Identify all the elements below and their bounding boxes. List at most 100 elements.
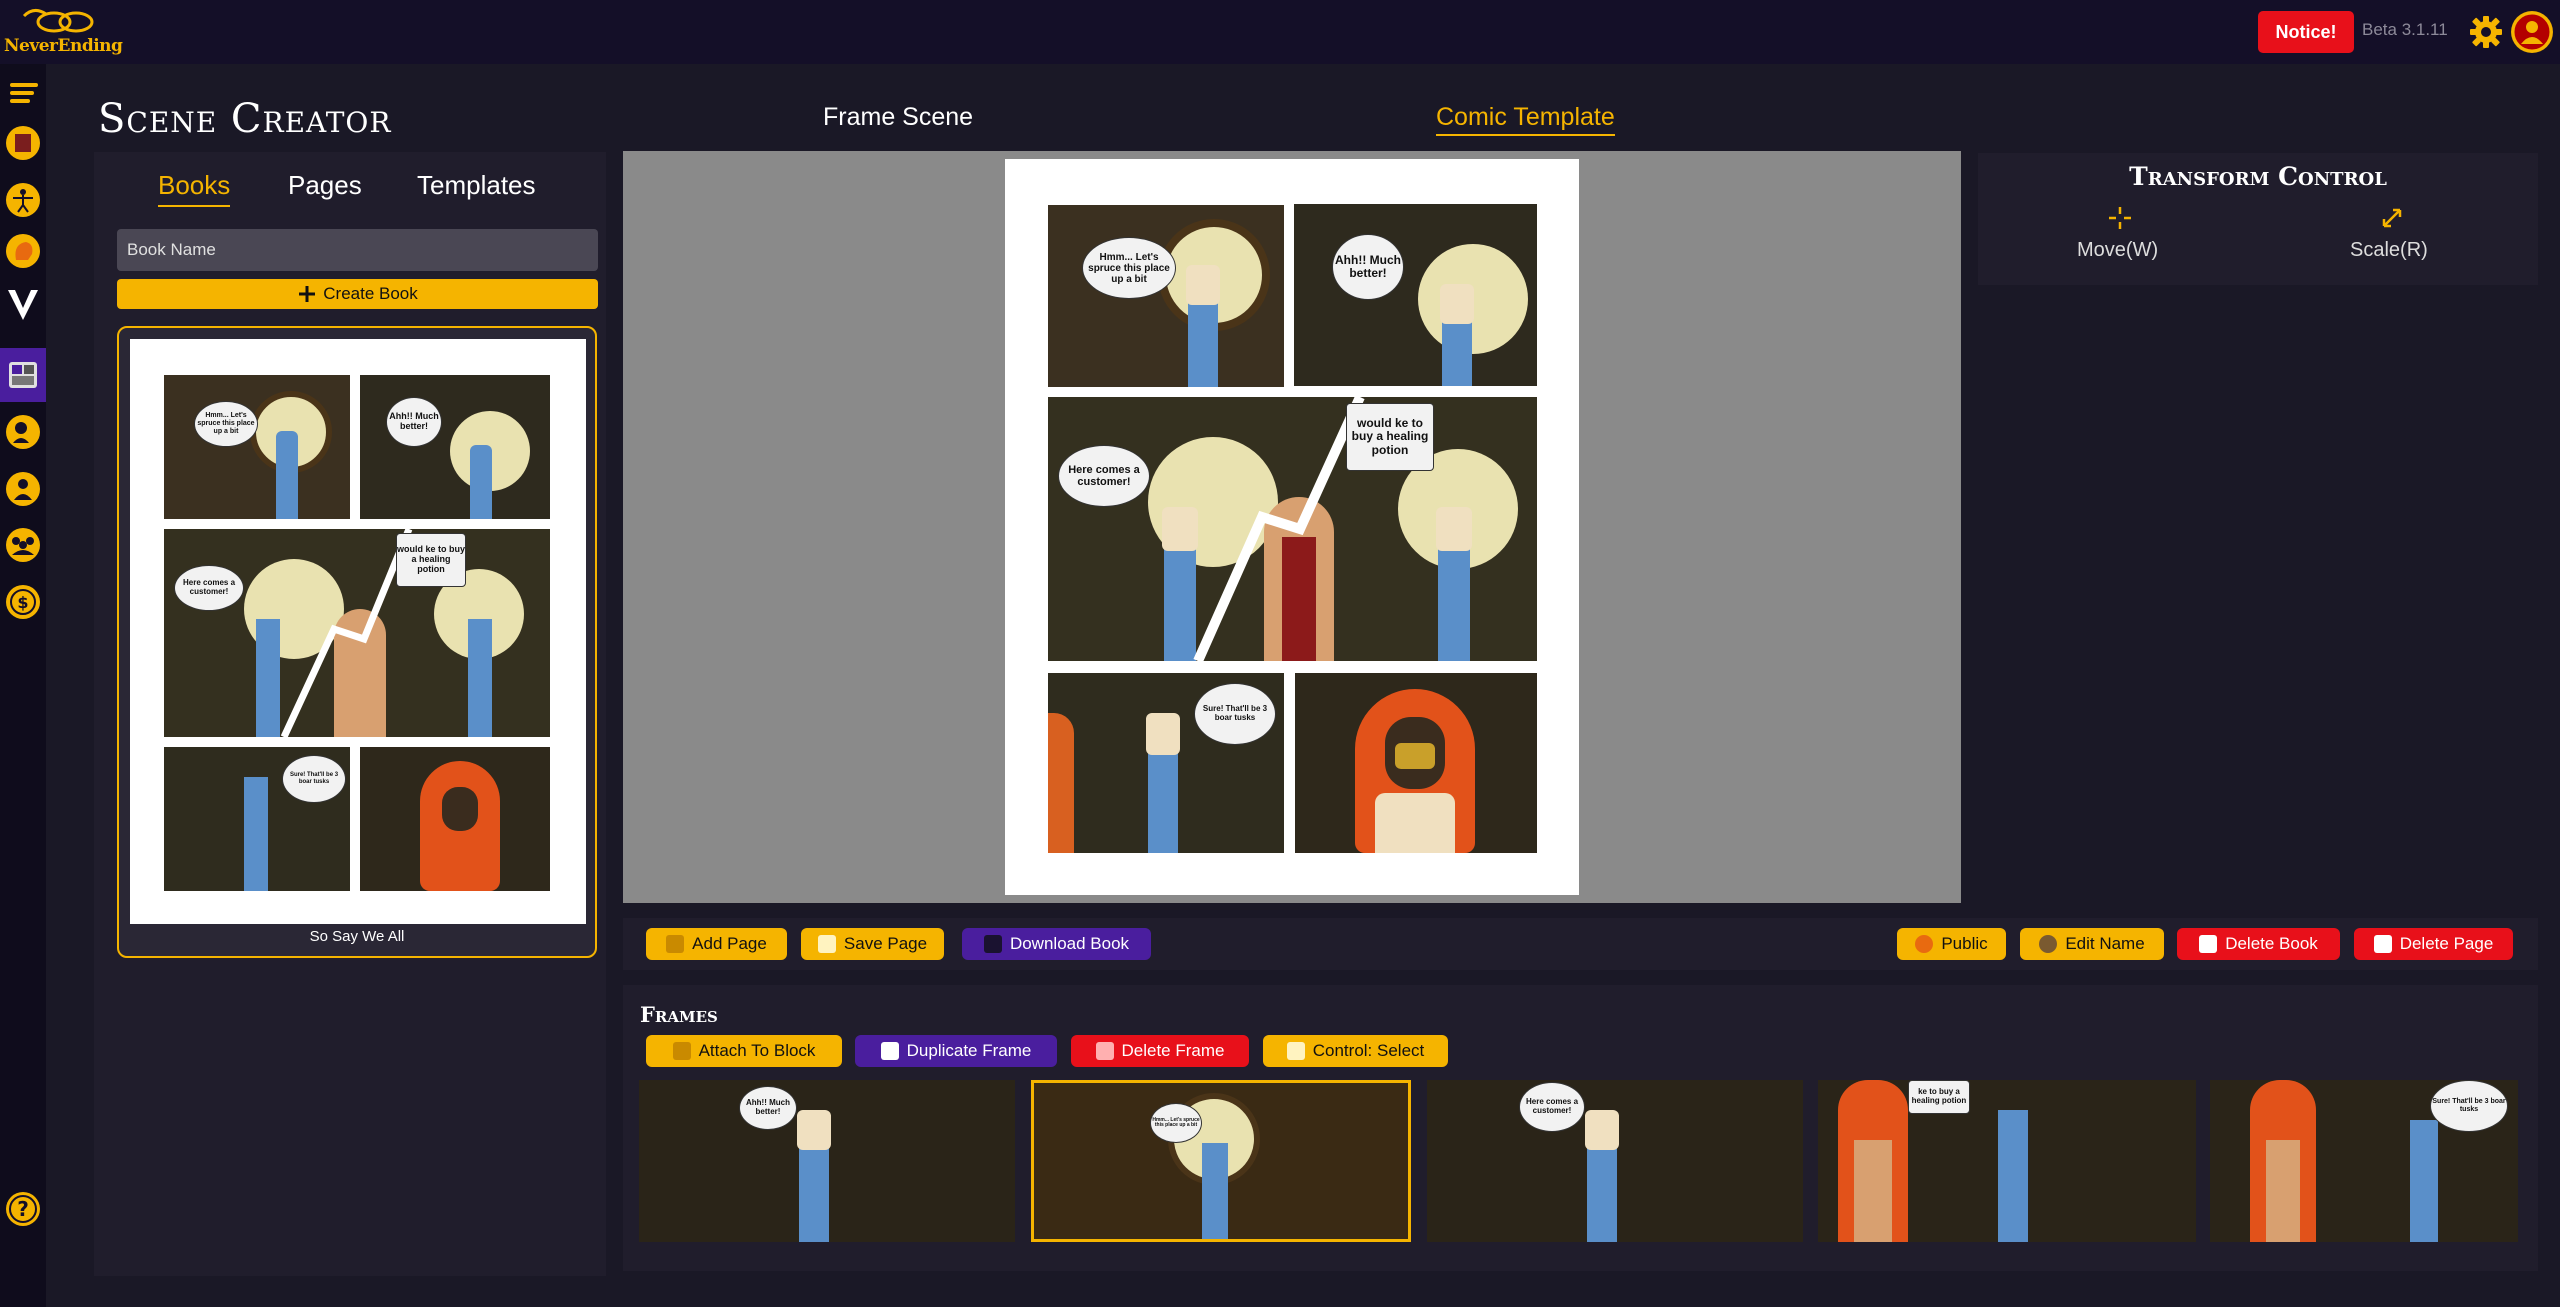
app-logo-text: NeverEnding: [4, 36, 123, 56]
body-icon[interactable]: [4, 181, 42, 219]
speech-bubble: Here comes a customer!: [174, 565, 244, 611]
delete-frame-label: Delete Frame: [1121, 1041, 1225, 1060]
create-book-label: Create Book: [323, 284, 418, 303]
edit-name-icon: [2039, 935, 2058, 953]
thumb-panel: Ahh!! Much better!: [360, 375, 550, 519]
move-icon[interactable]: [2107, 205, 2133, 231]
tab-pages[interactable]: Pages: [288, 170, 362, 201]
thumb-panel: Here comes a customer! would ke to buy a…: [164, 529, 550, 737]
download-book-icon: [983, 935, 1002, 953]
save-page-icon: [817, 935, 836, 953]
speech-bubble: Hmm... Let's spruce this place up a bit: [194, 401, 258, 447]
frame-thumbnail[interactable]: Ahh!! Much better!: [639, 1080, 1015, 1242]
add-page-label: Add Page: [692, 934, 767, 953]
v-icon[interactable]: [4, 286, 42, 324]
speech-bubble: Here comes a customer!: [1519, 1082, 1585, 1132]
add-page-button[interactable]: Add Page: [646, 928, 787, 960]
thumb-panel: Hmm... Let's spruce this place up a bit: [164, 375, 350, 519]
speech-bubble: Ahh!! Much better!: [739, 1086, 797, 1130]
top-bar: [0, 0, 2560, 64]
create-book-button[interactable]: Create Book: [117, 279, 598, 309]
trash-icon: [1095, 1042, 1114, 1060]
speech-bubble: Hmm... Let's spruce this place up a bit: [1150, 1103, 1202, 1143]
attach-to-block-label: Attach To Block: [698, 1041, 816, 1060]
book-name-input[interactable]: [117, 229, 598, 271]
comic-panel[interactable]: Ahh!! Much better!: [1294, 204, 1537, 386]
thumb-panel: Sure! That'll be 3 boar tusks: [164, 747, 350, 891]
speech-bubble: ke to buy a healing potion: [1908, 1080, 1970, 1114]
tab-books[interactable]: Books: [158, 170, 231, 207]
duplicate-icon: [880, 1042, 899, 1060]
save-page-label: Save Page: [843, 934, 928, 953]
save-page-button[interactable]: Save Page: [801, 928, 944, 960]
svg-text:?: ?: [17, 1197, 29, 1221]
attach-to-block-button[interactable]: Attach To Block: [646, 1035, 842, 1067]
control-select-icon: [1286, 1042, 1305, 1060]
download-book-button[interactable]: Download Book: [962, 928, 1151, 960]
book-card-title: So Say We All: [309, 928, 405, 945]
group-icon[interactable]: [4, 526, 42, 564]
tab-frame-scene[interactable]: Frame Scene: [823, 103, 973, 132]
download-book-label: Download Book: [1009, 934, 1130, 953]
help-icon[interactable]: ?: [4, 1190, 42, 1228]
speech-bubble: Ahh!! Much better!: [1332, 234, 1404, 300]
scale-label[interactable]: Scale(R): [2350, 239, 2428, 262]
gear-icon[interactable]: [2469, 15, 2503, 49]
frames-title: Frames: [640, 1002, 718, 1027]
tab-templates[interactable]: Templates: [417, 170, 536, 201]
speech-bubble: Ahh!! Much better!: [386, 397, 442, 447]
frame-thumbnail[interactable]: ke to buy a healing potion: [1818, 1080, 2196, 1242]
thumb-panel: [360, 747, 550, 891]
comic-panel[interactable]: [1295, 673, 1537, 853]
control-select-button[interactable]: Control: Select: [1263, 1035, 1448, 1067]
icon-rail: $ ?: [0, 64, 46, 1307]
public-button[interactable]: Public: [1897, 928, 2006, 960]
svg-text:$: $: [17, 593, 28, 612]
delete-book-icon: [2199, 935, 2218, 953]
move-label[interactable]: Move(W): [2077, 239, 2158, 262]
public-label: Public: [1941, 934, 1988, 953]
attach-icon: [672, 1042, 691, 1060]
tab-comic-template[interactable]: Comic Template: [1436, 103, 1615, 136]
control-select-label: Control: Select: [1312, 1041, 1425, 1060]
speech-bubble: would ke to buy a healing potion: [396, 533, 466, 587]
frame-thumbnail[interactable]: Here comes a customer!: [1427, 1080, 1803, 1242]
delete-book-label: Delete Book: [2225, 934, 2318, 953]
version-label: Beta 3.1.11: [2362, 20, 2448, 39]
speech-bubble: would ke to buy a healing potion: [1346, 403, 1434, 471]
comic-page[interactable]: Hmm... Let's spruce this place up a bit …: [1005, 159, 1579, 895]
character-icon[interactable]: [4, 413, 42, 451]
user-icon: [2511, 11, 2553, 53]
delete-frame-button[interactable]: Delete Frame: [1071, 1035, 1249, 1067]
person-icon[interactable]: [4, 470, 42, 508]
scale-icon[interactable]: [2379, 205, 2405, 231]
head-icon[interactable]: [4, 232, 42, 270]
user-avatar[interactable]: [2511, 11, 2553, 53]
page-title: Scene Creator: [98, 96, 392, 142]
comic-icon[interactable]: [4, 356, 42, 394]
edit-name-label: Edit Name: [2065, 934, 2145, 953]
plus-icon: [299, 286, 316, 302]
coin-icon[interactable]: $: [4, 583, 42, 621]
speech-bubble: Sure! That'll be 3 boar tusks: [1194, 683, 1276, 745]
notice-button[interactable]: Notice!: [2258, 11, 2354, 53]
delete-book-button[interactable]: Delete Book: [2177, 928, 2340, 960]
frame-thumbnail-selected[interactable]: Hmm... Let's spruce this place up a bit: [1031, 1080, 1411, 1242]
delete-page-icon: [2373, 935, 2392, 953]
book-icon[interactable]: [4, 124, 42, 162]
delete-page-label: Delete Page: [2399, 934, 2494, 953]
edit-name-button[interactable]: Edit Name: [2020, 928, 2164, 960]
delete-page-button[interactable]: Delete Page: [2354, 928, 2513, 960]
frame-thumbnail[interactable]: Sure! That'll be 3 boar tusks: [2210, 1080, 2518, 1242]
book-thumbnail: Hmm... Let's spruce this place up a bit …: [130, 339, 586, 924]
speech-bubble: Sure! That'll be 3 boar tusks: [2430, 1080, 2508, 1132]
comic-panel[interactable]: Here comes a customer! would ke to buy a…: [1048, 397, 1537, 661]
speech-bubble: Hmm... Let's spruce this place up a bit: [1082, 237, 1176, 299]
duplicate-frame-label: Duplicate Frame: [906, 1041, 1032, 1060]
duplicate-frame-button[interactable]: Duplicate Frame: [855, 1035, 1057, 1067]
speech-bubble: Here comes a customer!: [1058, 445, 1150, 507]
speech-bubble: Sure! That'll be 3 boar tusks: [282, 755, 346, 803]
menu-icon[interactable]: [4, 74, 42, 112]
comic-panel[interactable]: Sure! That'll be 3 boar tusks: [1048, 673, 1284, 853]
comic-panel[interactable]: Hmm... Let's spruce this place up a bit: [1048, 205, 1284, 387]
